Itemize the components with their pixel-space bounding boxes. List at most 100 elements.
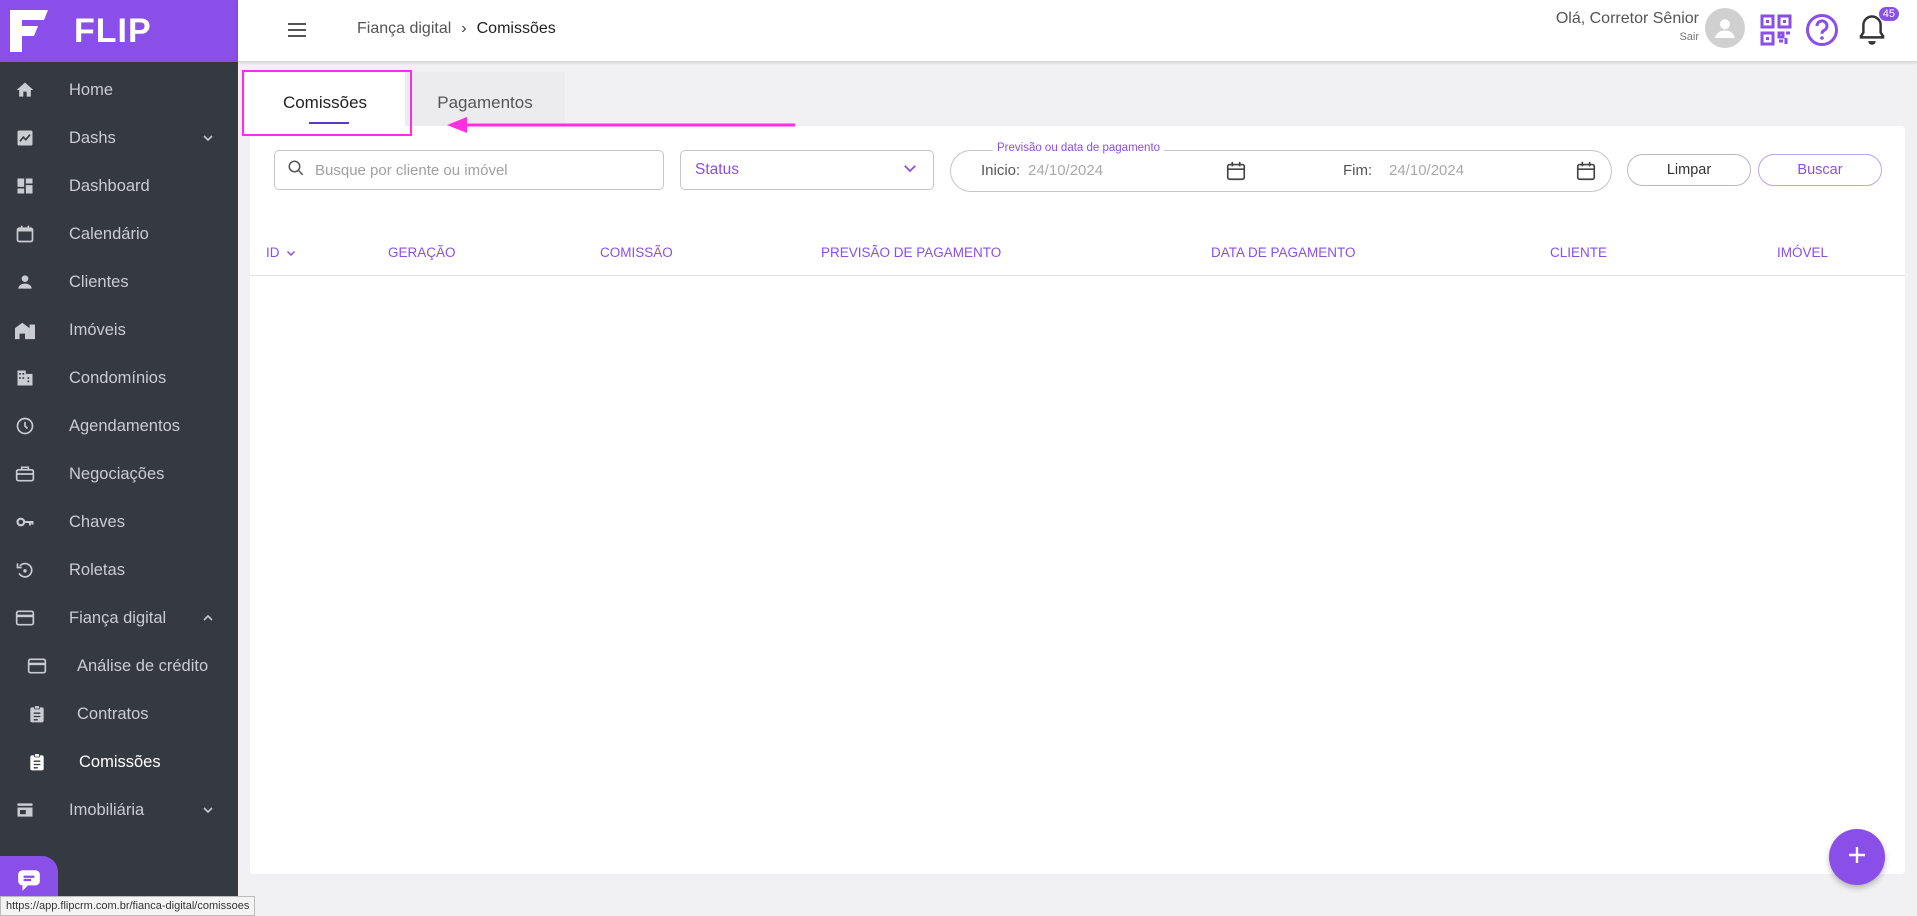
sidebar-item-comissoes[interactable]: Comissões (0, 738, 238, 786)
end-date-label: Fim: (1343, 162, 1373, 179)
clear-button[interactable]: Limpar (1627, 154, 1751, 186)
search-field[interactable] (274, 150, 664, 190)
breadcrumb-separator: › (461, 20, 467, 37)
content-card: Status Previsão ou data de pagamento Ini… (250, 126, 1905, 874)
sidebar-item-negociacoes[interactable]: Negociações (0, 450, 238, 498)
sidebar-item-label: Chaves (69, 512, 125, 531)
building-icon (14, 319, 36, 341)
end-date-input[interactable]: 24/10/2024 (1389, 162, 1464, 179)
date-range-filter: Previsão ou data de pagamento Inicio: 24… (950, 142, 1612, 192)
sidebar-item-imoveis[interactable]: Imóveis (0, 306, 238, 354)
sidebar-item-imobiliaria[interactable]: Imobiliária (0, 786, 238, 834)
search-input[interactable] (315, 161, 645, 179)
calendar-icon (14, 223, 36, 245)
greeting-text: Olá, Corretor Sênior (1555, 10, 1699, 27)
sidebar-item-agendamentos[interactable]: Agendamentos (0, 402, 238, 450)
briefcase-icon (14, 463, 36, 485)
breadcrumb-parent[interactable]: Fiança digital (357, 20, 451, 38)
sidebar-item-fianca-digital[interactable]: Fiança digital (0, 594, 238, 642)
column-header-cliente[interactable]: CLIENTE (1550, 245, 1607, 260)
search-icon (287, 159, 305, 182)
annotation-arrow (447, 117, 795, 133)
chevron-down-icon[interactable] (200, 130, 216, 151)
column-header-imovel[interactable]: IMÓVEL (1777, 245, 1828, 260)
sidebar-item-label: Agendamentos (69, 416, 180, 435)
sidebar-item-analise-credito[interactable]: Análise de crédito (0, 642, 238, 690)
breadcrumb-current: Comissões (476, 20, 556, 37)
chevron-down-icon (901, 159, 919, 182)
home-icon (14, 79, 36, 101)
sidebar-item-chaves[interactable]: Chaves (0, 498, 238, 546)
sidebar-item-label: Análise de crédito (77, 656, 209, 675)
card-icon (26, 655, 48, 677)
brand-name: FLIP (74, 11, 152, 50)
calendar-icon[interactable] (1575, 160, 1597, 187)
chevron-down-icon[interactable] (200, 802, 216, 823)
sidebar: FLIP Home Dashs Dashboard Calendário Cli… (0, 0, 238, 916)
start-date-label: Inicio: (981, 162, 1021, 179)
avatar[interactable] (1705, 8, 1745, 48)
dashboard-icon (14, 175, 36, 197)
start-date-input[interactable]: 24/10/2024 (1028, 162, 1103, 179)
sidebar-item-condominios[interactable]: Condomínios (0, 354, 238, 402)
clock-icon (14, 415, 36, 437)
sidebar-item-label: Calendário (69, 224, 149, 243)
sidebar-item-label: Dashs (69, 128, 116, 147)
rotate-icon (14, 559, 36, 581)
flip-logo-icon (8, 8, 54, 54)
key-icon (14, 511, 36, 533)
clipboard-icon (26, 751, 48, 773)
table-header: ID GERAÇÃO COMISSÃO PREVISÃO DE PAGAMENT… (250, 229, 1905, 276)
sidebar-item-calendario[interactable]: Calendário (0, 210, 238, 258)
status-select-label: Status (695, 161, 739, 178)
sidebar-item-label: Imobiliária (69, 800, 145, 819)
sidebar-item-home[interactable]: Home (0, 66, 238, 114)
apartment-icon (14, 367, 36, 389)
column-header-geracao[interactable]: GERAÇÃO (388, 245, 456, 260)
sidebar-item-dashs[interactable]: Dashs (0, 114, 238, 162)
sidebar-item-label: Negociações (69, 464, 165, 483)
column-header-data-pagamento[interactable]: DATA DE PAGAMENTO (1211, 245, 1356, 260)
person-icon (14, 271, 36, 293)
sidebar-item-label: Condomínios (69, 368, 167, 387)
chevron-up-icon[interactable] (200, 610, 216, 631)
chevron-down-icon (285, 247, 297, 259)
store-icon (14, 799, 36, 821)
status-select[interactable]: Status (680, 150, 934, 190)
sidebar-item-label: Imóveis (69, 320, 126, 339)
sidebar-item-dashboard[interactable]: Dashboard (0, 162, 238, 210)
sidebar-item-label: Contratos (77, 704, 149, 723)
chat-icon (16, 868, 42, 897)
add-button[interactable] (1829, 829, 1885, 885)
notification-badge: 45 (1878, 7, 1899, 21)
sidebar-item-clientes[interactable]: Clientes (0, 258, 238, 306)
help-icon[interactable] (1805, 13, 1839, 47)
card-icon (14, 607, 36, 629)
sidebar-item-label: Comissões (79, 752, 161, 771)
status-bar-url: https://app.flipcrm.com.br/fianca-digita… (0, 896, 256, 916)
calendar-icon[interactable] (1225, 160, 1247, 187)
user-greeting: Olá, Corretor Sênior Sair (1556, 10, 1699, 43)
column-header-id[interactable]: ID (266, 245, 297, 260)
menu-icon[interactable] (286, 20, 308, 40)
date-range-legend: Previsão ou data de pagamento (993, 142, 1165, 154)
sidebar-item-label: Fiança digital (69, 608, 167, 627)
sidebar-nav: Home Dashs Dashboard Calendário Clientes… (0, 66, 238, 834)
column-header-previsao-pagamento[interactable]: PREVISÃO DE PAGAMENTO (821, 245, 1001, 260)
sidebar-item-label: Dashboard (69, 176, 150, 195)
plus-icon (1846, 844, 1868, 871)
logout-link[interactable]: Sair (1556, 31, 1699, 43)
column-header-comissao[interactable]: COMISSÃO (600, 245, 673, 260)
clipboard-icon (26, 703, 48, 725)
breadcrumb: Fiança digital › Comissões (357, 20, 556, 38)
sidebar-item-label: Clientes (69, 272, 129, 291)
search-button[interactable]: Buscar (1758, 154, 1882, 186)
column-header-label: ID (266, 245, 280, 260)
sidebar-item-label: Roletas (69, 560, 125, 579)
tab-comissoes[interactable]: Comissões (245, 72, 405, 134)
qr-code-icon[interactable] (1759, 13, 1793, 47)
sidebar-item-roletas[interactable]: Roletas (0, 546, 238, 594)
logo-bar[interactable]: FLIP (0, 0, 238, 62)
top-header: Fiança digital › Comissões Olá, Corretor… (238, 0, 1917, 62)
sidebar-item-contratos[interactable]: Contratos (0, 690, 238, 738)
